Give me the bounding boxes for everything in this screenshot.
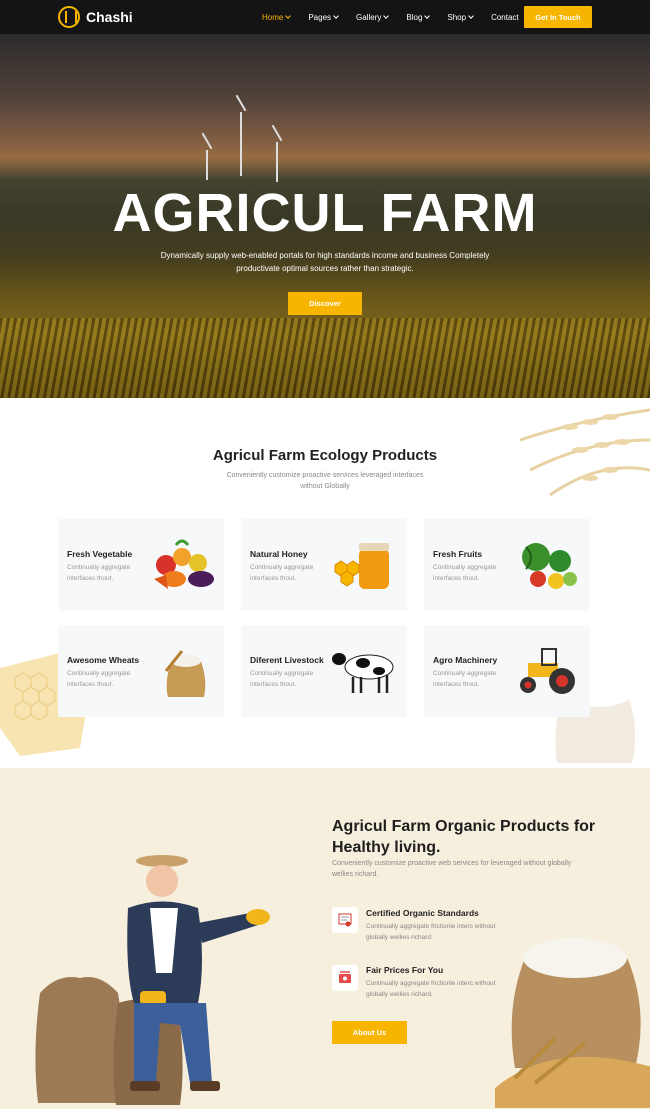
nav-item-shop[interactable]: Shop [447, 12, 474, 22]
nav-item-label: Shop [447, 12, 467, 22]
wheat-sack-icon [164, 650, 206, 697]
price-tag-icon [332, 965, 358, 991]
card-title: Diferent Livestock [250, 655, 324, 665]
nav-item-label: Home [262, 12, 284, 22]
products-subtitle: Conveniently customize proactive service… [226, 472, 424, 490]
hero-banner: AGRICUL FARM Dynamically supply web-enab… [0, 34, 650, 398]
main-menu: Home Pages Gallery Blog Shop Contact [262, 0, 519, 34]
honey-jar-icon [334, 543, 389, 589]
feature-text: Continually aggregate frictionle interc … [366, 923, 496, 941]
about-section: Agricul Farm Organic Products for Health… [0, 768, 650, 1109]
cow-icon [332, 653, 394, 693]
get-in-touch-button[interactable]: Get In Touch [524, 6, 592, 28]
wind-turbine-icon [206, 150, 208, 180]
tractor-icon [520, 648, 575, 694]
product-card-diferent-livestock[interactable]: Diferent Livestock Continually aggregate… [241, 625, 407, 717]
certificate-icon [332, 907, 358, 933]
logo-icon [58, 6, 80, 28]
product-card-fresh-fruits[interactable]: Fresh Fruits Continually aggregate inter… [424, 519, 590, 611]
about-us-button[interactable]: About Us [332, 1021, 407, 1044]
card-text: Continually aggregate interfaces thout. [433, 564, 497, 582]
card-title: Agro Machinery [433, 655, 498, 665]
logo[interactable]: Chashi [58, 4, 133, 30]
nav-item-gallery[interactable]: Gallery [356, 12, 390, 22]
vegetables-icon [154, 539, 214, 589]
nav-item-blog[interactable]: Blog [406, 12, 431, 22]
product-card-agro-machinery[interactable]: Agro Machinery Continually aggregate int… [424, 625, 590, 717]
products-section: Agricul Farm Ecology Products Convenient… [0, 398, 650, 768]
card-title: Fresh Vegetable [67, 549, 133, 559]
chevron-down-icon [285, 12, 292, 19]
product-card-fresh-vegetable[interactable]: Fresh Vegetable Continually aggregate in… [58, 519, 224, 611]
nav-item-contact[interactable]: Contact [491, 13, 519, 22]
nav-item-pages[interactable]: Pages [308, 12, 339, 22]
field-rows-decoration [0, 318, 650, 398]
products-title: Agricul Farm Ecology Products [212, 447, 438, 464]
discover-button[interactable]: Discover [288, 292, 362, 315]
card-title: Fresh Fruits [433, 549, 483, 559]
nav-item-home[interactable]: Home [262, 12, 292, 22]
chevron-down-icon [333, 12, 339, 19]
about-title: Agricul Farm Organic Products for Health… [332, 818, 596, 856]
top-navbar: Chashi Home Pages Gallery Blog Shop Cont… [0, 0, 650, 34]
farmer-illustration [35, 855, 270, 1105]
product-card-awesome-wheats[interactable]: Awesome Wheats Continually aggregate int… [58, 625, 224, 717]
card-text: Continually aggregate interfaces thout. [67, 564, 131, 582]
feature-text: Continually aggregate frictionle interc … [366, 980, 496, 998]
card-text: Continually aggregate interfaces thout. [67, 670, 131, 688]
wind-turbine-icon [240, 112, 242, 176]
hero-subtitle: Dynamically supply web-enabled portals f… [160, 251, 490, 273]
chevron-down-icon [468, 12, 474, 19]
nav-item-label: Gallery [356, 12, 382, 22]
product-card-natural-honey[interactable]: Natural Honey Continually aggregate inte… [241, 519, 407, 611]
about-text: Conveniently customize proactive web ser… [332, 860, 572, 878]
nav-item-label: Pages [308, 12, 332, 22]
feature-title: Certified Organic Standards [366, 908, 479, 918]
card-title: Natural Honey [250, 549, 308, 559]
card-text: Continually aggregate interfaces thout. [250, 564, 314, 582]
nav-item-label: Contact [491, 12, 519, 22]
chevron-down-icon [424, 12, 431, 19]
card-text: Continually aggregate interfaces thout. [433, 670, 497, 688]
hero-title: AGRICUL FARM [112, 183, 538, 243]
logo-text: Chashi [86, 9, 133, 25]
grain-sack-decoration-icon [495, 938, 650, 1108]
chevron-down-icon [383, 12, 390, 19]
nav-item-label: Blog [406, 12, 423, 22]
wind-turbine-icon [276, 142, 278, 182]
card-title: Awesome Wheats [67, 655, 140, 665]
card-text: Continually aggregate interfaces thout. [250, 670, 314, 688]
feature-title: Fair Prices For You [366, 965, 444, 975]
fruits-icon [522, 543, 577, 589]
